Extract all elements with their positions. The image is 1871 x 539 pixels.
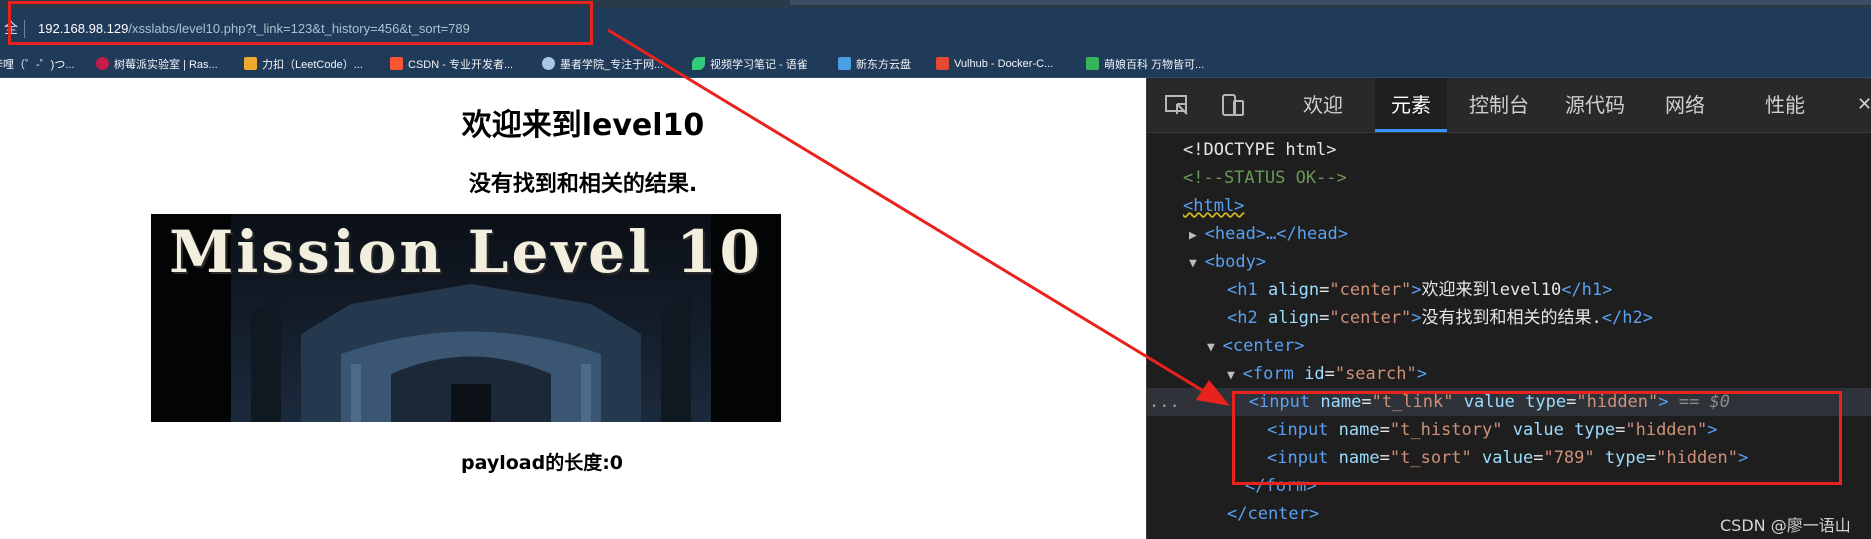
devtools-toolbar: 欢迎 元素 控制台 源代码 网络 性能 ✕ xyxy=(1147,78,1871,133)
yuque-icon xyxy=(692,57,705,70)
bookmark-mozhe[interactable]: 墨者学院_专注于网... xyxy=(542,50,663,77)
page-heading: 欢迎来到level10 xyxy=(461,108,705,143)
h2-close-tag: </h2> xyxy=(1601,308,1653,328)
head-tag: <head>…</head> xyxy=(1204,224,1348,244)
html-tag: <html> xyxy=(1183,196,1245,216)
tab-welcome[interactable]: 欢迎 xyxy=(1293,78,1353,132)
tab-elements[interactable]: 元素 xyxy=(1375,78,1447,132)
collapse-triangle-icon[interactable]: ▼ xyxy=(1147,256,1205,271)
h1-text: 欢迎来到level10 xyxy=(1421,280,1562,300)
inspect-element-icon[interactable] xyxy=(1163,92,1191,118)
bookmark-xdf[interactable]: 新东方云盘 xyxy=(838,50,911,77)
page-subheading: 没有找到和相关的结果. xyxy=(468,172,698,197)
bookmark-label: 视频学习笔记 - 语雀 xyxy=(710,58,808,71)
bookmark-csdn[interactable]: CSDN - 专业开发者... xyxy=(390,50,513,77)
dom-node-head[interactable]: ▶ <head>…</head> xyxy=(1147,220,1871,248)
bookmark-moegirl[interactable]: 萌娘百科 万物皆可... xyxy=(1086,50,1204,77)
comment-text: <!--STATUS OK--> xyxy=(1183,168,1347,188)
bookmark-leetcode[interactable]: 力扣（LeetCode）... xyxy=(244,50,363,77)
dom-node-form[interactable]: ▼ <form id="search"> xyxy=(1147,360,1871,388)
bookmark-bilibili[interactable]: 哔哩（゜-゜)つ... xyxy=(0,50,75,77)
csdn-watermark: CSDN @廖一语山 xyxy=(1720,516,1851,535)
dom-node-center[interactable]: ▼ <center> xyxy=(1147,332,1871,360)
bookmark-label: Vulhub - Docker-C... xyxy=(954,57,1054,70)
tab-console[interactable]: 控制台 xyxy=(1459,78,1539,132)
bookmark-label: 力扣（LeetCode）... xyxy=(262,58,363,71)
h2-attr-value: "center" xyxy=(1329,308,1412,328)
bookmark-yuque[interactable]: 视频学习笔记 - 语雀 xyxy=(692,50,808,77)
dom-node-h2[interactable]: <h2 align="center">没有找到和相关的结果.</h2> xyxy=(1147,304,1871,332)
h2-open-tag: <h2 xyxy=(1227,308,1258,328)
dom-node-comment[interactable]: <!--STATUS OK--> xyxy=(1147,164,1871,192)
device-emulation-icon[interactable] xyxy=(1219,92,1247,118)
tab-network[interactable]: 网络 xyxy=(1655,78,1715,132)
bookmarks-bar: 哔哩（゜-゜)つ... 树莓派实验室 | Ras... 力扣（LeetCode）… xyxy=(0,50,1871,78)
bookmark-label: 萌娘百科 万物皆可... xyxy=(1104,58,1205,71)
dom-node-body[interactable]: ▼ <body> xyxy=(1147,248,1871,276)
page-content: 欢迎来到level10 没有找到和相关的结果. Mission Level 10… xyxy=(0,78,1146,539)
raspberry-icon xyxy=(96,57,109,70)
bookmark-vulhub[interactable]: Vulhub - Docker-C... xyxy=(936,50,1053,77)
center-tag: <center> xyxy=(1222,336,1305,356)
url-highlight-box xyxy=(8,1,593,45)
bookmark-label: CSDN - 专业开发者... xyxy=(408,58,514,71)
vulhub-icon xyxy=(936,57,949,70)
mission-banner-image: Mission Level 10 xyxy=(151,214,781,422)
h1-close-tag: </h1> xyxy=(1561,280,1613,300)
dom-node-h1[interactable]: <h1 align="center">欢迎来到level10</h1> xyxy=(1147,276,1871,304)
bookmark-label: 墨者学院_专注于网... xyxy=(560,58,664,71)
node-actions-dots[interactable]: ... xyxy=(1147,392,1180,412)
h2-text: 没有找到和相关的结果. xyxy=(1421,308,1602,328)
center-close-tag: </center> xyxy=(1227,504,1320,524)
tab-sources[interactable]: 源代码 xyxy=(1555,78,1635,132)
inputs-highlight-box xyxy=(1232,391,1842,485)
dom-node-doctype[interactable]: <!DOCTYPE html> xyxy=(1147,136,1871,164)
close-icon[interactable]: ✕ xyxy=(1857,78,1871,132)
form-attr-value: "search" xyxy=(1334,364,1417,384)
h1-attr: align xyxy=(1267,280,1320,300)
collapse-triangle-icon[interactable]: ▼ xyxy=(1147,340,1223,355)
bookmark-label: 新东方云盘 xyxy=(856,58,911,71)
cube-icon xyxy=(838,57,851,70)
moegirl-icon xyxy=(1086,57,1099,70)
doctype-text: <!DOCTYPE html> xyxy=(1183,140,1337,160)
tab-performance[interactable]: 性能 xyxy=(1755,78,1815,132)
cloud-icon xyxy=(542,57,555,70)
h1-attr-value: "center" xyxy=(1329,280,1412,300)
h2-attr: align xyxy=(1267,308,1320,328)
dom-node-html[interactable]: <html> xyxy=(1147,192,1871,220)
payload-length: payload的长度:0 xyxy=(460,452,624,474)
bookmark-label: 树莓派实验室 | Ras... xyxy=(114,58,218,71)
form-open-tag: <form xyxy=(1242,364,1294,384)
body-tag: <body> xyxy=(1204,252,1267,272)
banner-title: Mission Level 10 xyxy=(169,218,763,286)
csdn-icon xyxy=(390,57,403,70)
collapse-triangle-icon[interactable]: ▼ xyxy=(1147,368,1243,383)
form-attr: id xyxy=(1304,364,1325,384)
active-tab-area xyxy=(790,0,1871,5)
bookmark-raspberry[interactable]: 树莓派实验室 | Ras... xyxy=(96,50,218,77)
expand-triangle-icon[interactable]: ▶ xyxy=(1147,228,1205,243)
leetcode-icon xyxy=(244,57,257,70)
h1-open-tag: <h1 xyxy=(1227,280,1258,300)
bookmark-label: 哔哩（゜-゜)つ... xyxy=(0,58,75,71)
